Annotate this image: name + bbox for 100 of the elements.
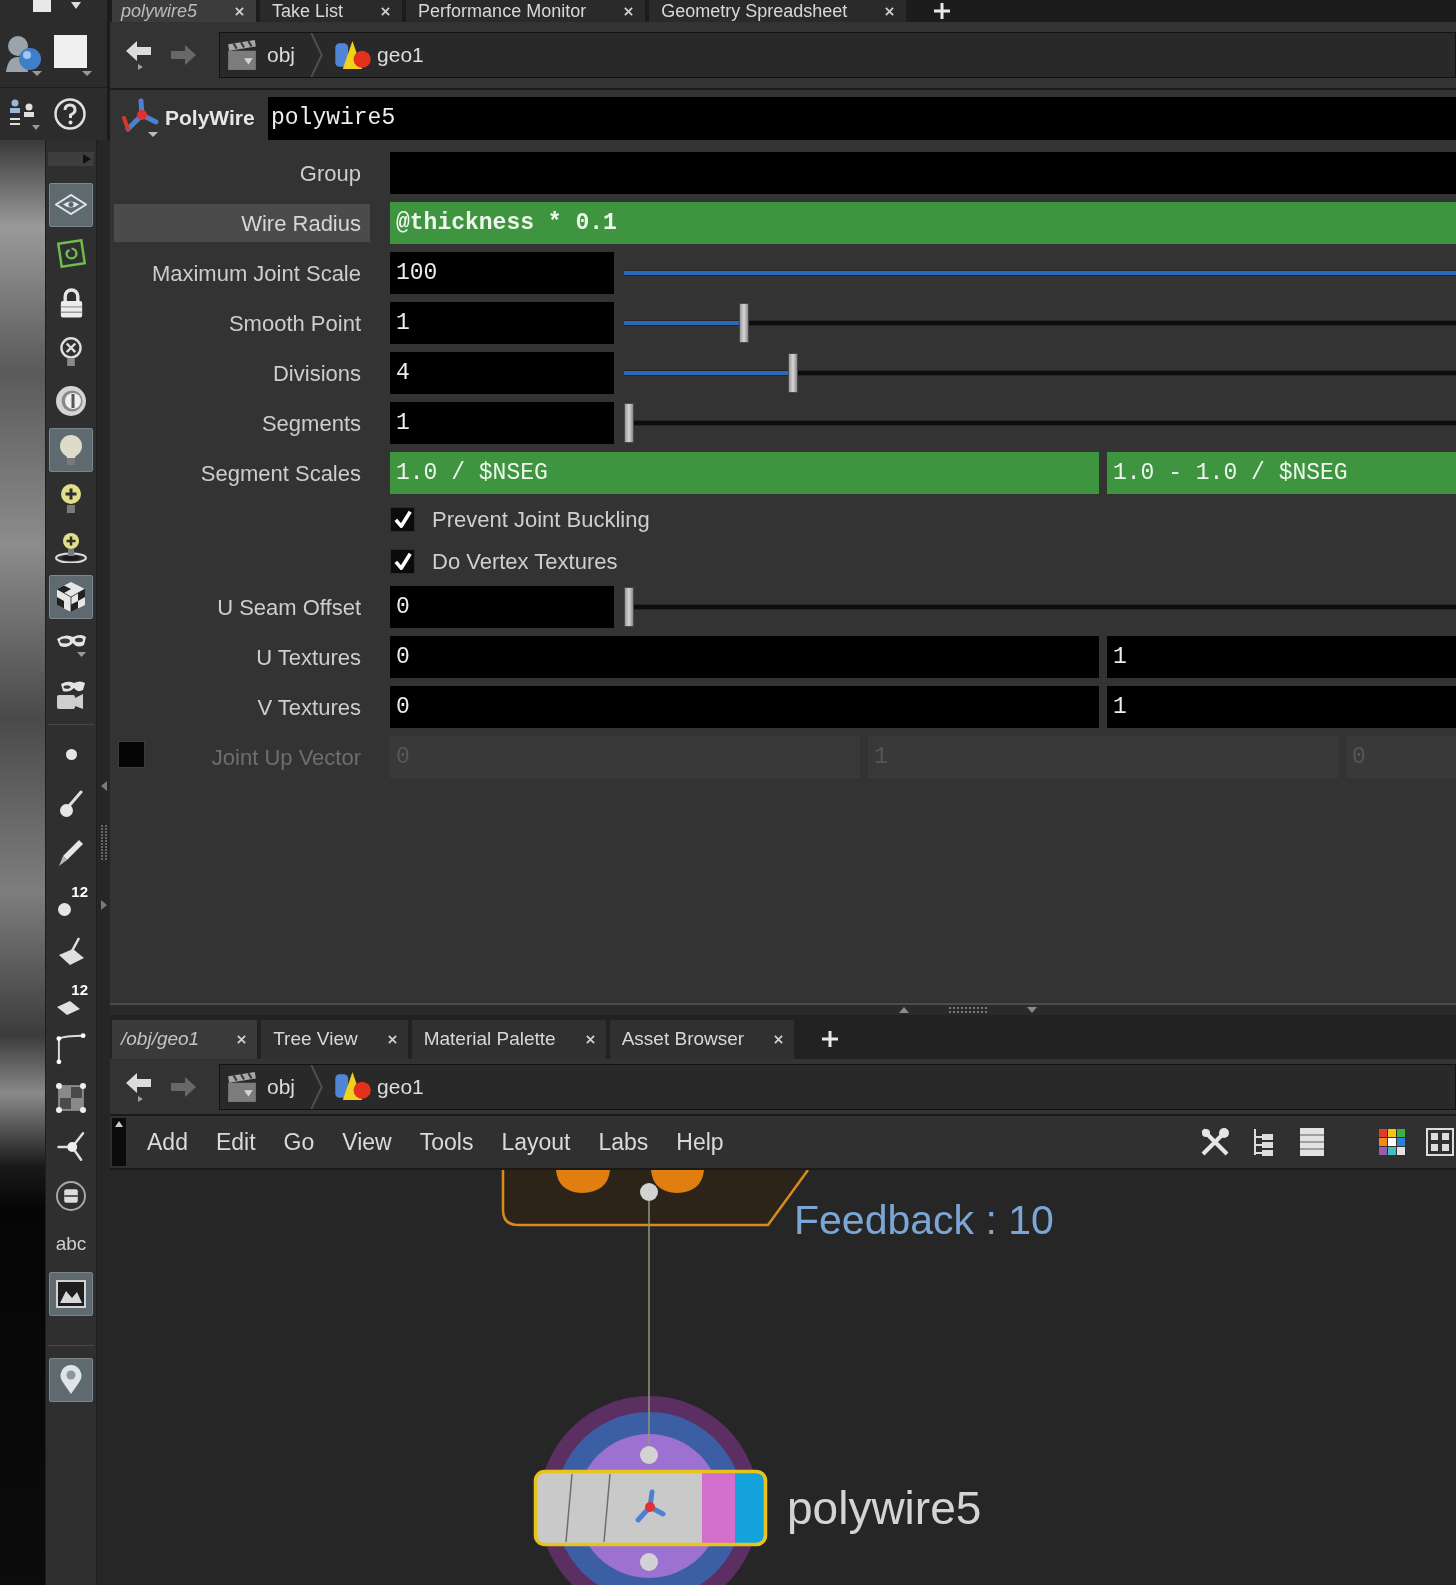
color-grid-icon[interactable] — [1379, 1129, 1405, 1155]
checkbox[interactable] — [390, 506, 415, 532]
collapse-arrow-icon[interactable] — [100, 781, 107, 791]
back-arrow-icon[interactable] — [125, 1071, 152, 1102]
joint-icon — [635, 1489, 666, 1523]
square-tile-icon[interactable] — [54, 33, 92, 76]
input-connector[interactable] — [640, 1446, 658, 1464]
shelf-tool-button[interactable]: abc — [51, 1224, 91, 1265]
pen-icon — [59, 839, 83, 866]
output-connector[interactable] — [640, 1183, 658, 1201]
sphere-icon[interactable] — [6, 33, 42, 76]
slider-thumb[interactable] — [739, 303, 750, 343]
close-icon[interactable] — [624, 6, 634, 16]
image-icon — [56, 1279, 86, 1308]
pane-tab[interactable]: Asset Browser — [609, 1020, 795, 1059]
curve-icon — [56, 1032, 86, 1065]
close-icon[interactable] — [585, 1035, 595, 1044]
slider-thumb[interactable] — [788, 353, 799, 393]
shelf-tool-button[interactable]: 12 — [51, 881, 91, 922]
pane-tab[interactable]: Geometry Spreadsheet — [649, 0, 907, 22]
shelf-tool-button[interactable] — [49, 1357, 93, 1402]
people-list-icon[interactable] — [9, 98, 40, 130]
close-icon[interactable] — [381, 6, 391, 16]
slider-thumb[interactable] — [624, 587, 634, 627]
lock-icon — [59, 287, 83, 318]
menu-item[interactable]: Go — [269, 1124, 329, 1160]
menu-item[interactable]: Help — [662, 1124, 738, 1160]
number-field[interactable]: 1 — [390, 402, 614, 444]
input-field[interactable]: 1 — [1107, 636, 1456, 678]
brush-icon — [59, 790, 83, 817]
close-icon[interactable] — [774, 1035, 784, 1044]
shelf-tool-button[interactable] — [49, 1271, 93, 1316]
dial-icon — [56, 385, 86, 416]
shelf-tool-button[interactable] — [49, 182, 93, 227]
pane-tab[interactable]: /obj/geo1 — [112, 1020, 258, 1059]
down-arrow-icon[interactable] — [1027, 1007, 1037, 1013]
slider-track[interactable] — [624, 353, 1456, 393]
checkbox[interactable] — [390, 548, 415, 574]
number-field[interactable]: 4 — [390, 352, 614, 394]
menu-item[interactable]: View — [328, 1124, 406, 1160]
clapperboard-icon — [227, 39, 257, 71]
pane-tab[interactable]: polywire5 — [112, 0, 257, 22]
goggles-camera-icon — [57, 680, 85, 709]
slider-track[interactable] — [624, 587, 1456, 627]
network-node[interactable] — [533, 1469, 768, 1547]
shelf-tool-button[interactable]: 12 — [51, 979, 91, 1020]
parameter-label: Divisions — [272, 359, 361, 388]
back-arrow-icon[interactable] — [125, 40, 152, 70]
expand-arrow-icon[interactable] — [100, 900, 107, 910]
add-tab-icon[interactable] — [822, 1031, 839, 1047]
number-field[interactable]: 1 — [390, 302, 614, 344]
up-arrow-icon[interactable] — [899, 1007, 909, 1013]
number-field[interactable]: 100 — [390, 252, 614, 294]
input-field[interactable] — [390, 152, 1456, 194]
path-crumb[interactable]: geo1 — [323, 33, 436, 77]
menu-item[interactable]: Add — [133, 1124, 202, 1160]
path-crumb[interactable]: obj — [220, 33, 311, 77]
menu-item[interactable]: Tools — [405, 1124, 488, 1160]
input-field[interactable]: 1 — [1107, 686, 1456, 728]
help-icon[interactable] — [54, 98, 86, 130]
checker-cube-icon — [57, 581, 85, 612]
pane-tab[interactable]: Performance Monitor — [406, 0, 646, 22]
shelf-tool-button[interactable] — [49, 574, 93, 619]
menu-item[interactable]: Labs — [584, 1124, 663, 1160]
shelf-scroll-bar[interactable] — [48, 152, 94, 166]
close-icon[interactable] — [387, 1035, 397, 1044]
input-field[interactable]: 0 — [390, 636, 1099, 678]
breadcrumb-separator-icon — [310, 1064, 324, 1109]
close-icon[interactable] — [237, 1035, 247, 1044]
joint-icon[interactable] — [122, 98, 160, 138]
path-crumb[interactable]: geo1 — [323, 1064, 436, 1109]
slider-track[interactable] — [624, 403, 1456, 443]
menu-item[interactable]: Layout — [487, 1124, 585, 1160]
menu-item[interactable]: Edit — [201, 1124, 270, 1160]
pane-tab[interactable]: Take List — [260, 0, 403, 22]
close-icon[interactable] — [235, 6, 245, 16]
menu-scroll-handle[interactable] — [112, 1118, 126, 1166]
tree-icon[interactable] — [1252, 1127, 1274, 1157]
close-icon[interactable] — [885, 6, 895, 16]
grip-icon[interactable] — [949, 1007, 987, 1013]
shapes-icon — [335, 1072, 372, 1101]
input-field[interactable]: 0 — [390, 686, 1099, 728]
add-tab-icon[interactable] — [934, 3, 951, 19]
checkbox-label: Prevent Joint Buckling — [432, 505, 650, 534]
slider-track[interactable] — [624, 303, 1456, 343]
crossed-tools-icon[interactable] — [1200, 1127, 1230, 1157]
shelf-tool-button[interactable] — [49, 427, 93, 472]
parameter-label: U Textures — [256, 643, 361, 672]
grid-icon[interactable] — [1426, 1128, 1454, 1156]
path-crumb[interactable]: obj — [220, 1064, 311, 1109]
parameter-label: U Seam Offset — [217, 593, 361, 622]
slider-thumb[interactable] — [624, 403, 634, 443]
number-field[interactable]: 0 — [390, 586, 614, 628]
grip-icon[interactable] — [100, 825, 107, 860]
dot-icon — [65, 749, 77, 760]
pane-tab[interactable]: Tree View — [261, 1020, 408, 1059]
plane-eye-icon — [55, 194, 87, 215]
node-name-field[interactable]: polywire5 — [268, 96, 1456, 140]
pane-tab[interactable]: Material Palette — [411, 1020, 606, 1059]
caret-icon[interactable] — [71, 2, 81, 9]
